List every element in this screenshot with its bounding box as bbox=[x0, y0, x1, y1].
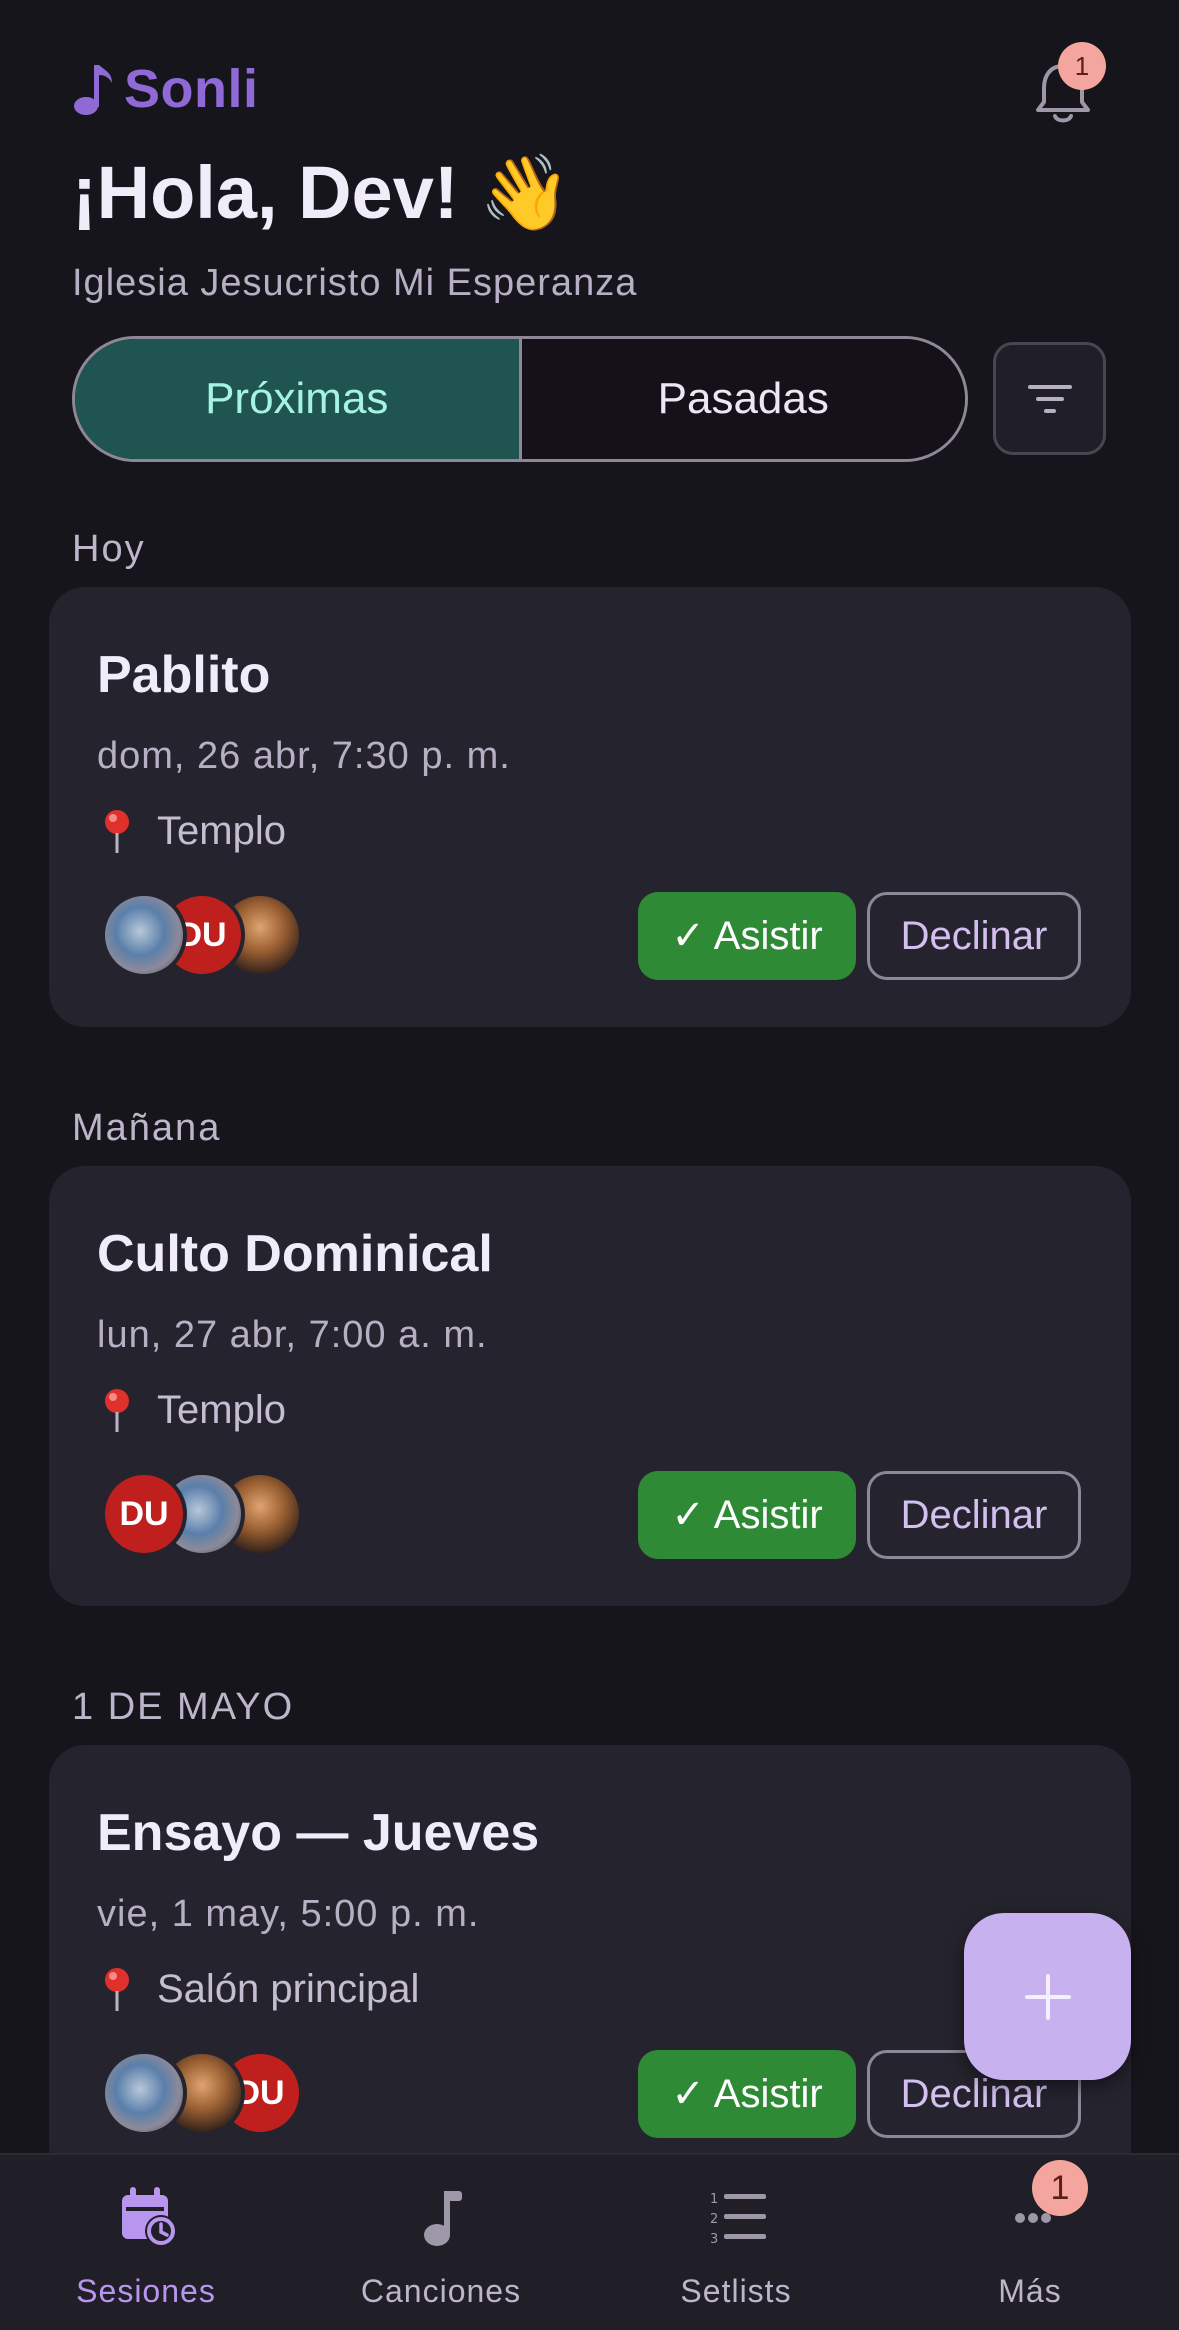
nav-label: Sesiones bbox=[76, 2273, 216, 2309]
session-location: Templo bbox=[97, 1386, 286, 1434]
nav-label: Canciones bbox=[360, 2273, 522, 2309]
section-label-today: Hoy bbox=[72, 528, 146, 570]
tab-upcoming[interactable]: Próximas bbox=[75, 339, 522, 459]
attendee-avatars: DU bbox=[101, 892, 321, 980]
filter-icon bbox=[1027, 384, 1072, 413]
session-location: Salón principal bbox=[97, 1965, 419, 2013]
calendar-clock-icon bbox=[122, 2187, 177, 2247]
nav-label: Setlists bbox=[680, 2273, 792, 2309]
session-title: Culto Dominical bbox=[97, 1225, 493, 1283]
location-label: Templo bbox=[157, 1387, 286, 1432]
filter-button[interactable] bbox=[993, 342, 1106, 455]
app-name: Sonli bbox=[124, 59, 259, 119]
attendee-avatars: DU bbox=[101, 1471, 321, 1559]
location-pin-icon bbox=[105, 810, 129, 853]
session-datetime: lun, 27 abr, 7:00 a. m. bbox=[97, 1314, 488, 1356]
add-session-button[interactable] bbox=[964, 1913, 1131, 2080]
nav-label: Más bbox=[998, 2273, 1062, 2309]
session-filter-tabs: Próximas Pasadas bbox=[72, 336, 968, 462]
decline-button[interactable]: Declinar bbox=[867, 1471, 1081, 1559]
section-label-may-1: 1 DE MAYO bbox=[72, 1686, 295, 1728]
session-title: Ensayo — Jueves bbox=[97, 1804, 540, 1862]
more-badge: 1 bbox=[1032, 2160, 1088, 2216]
session-location: Templo bbox=[97, 807, 286, 855]
location-pin-icon bbox=[105, 1968, 129, 2011]
greeting-title: ¡Hola, Dev! 👋 bbox=[72, 151, 572, 234]
svg-text:2: 2 bbox=[710, 2212, 718, 2227]
session-card[interactable]: Pablito dom, 26 abr, 7:30 p. m. Templo D… bbox=[49, 587, 1131, 1027]
nav-item-more[interactable]: Más bbox=[920, 2155, 1140, 2330]
svg-text:1: 1 bbox=[710, 2192, 718, 2207]
svg-text:3: 3 bbox=[710, 2232, 718, 2247]
session-card[interactable]: Culto Dominical lun, 27 abr, 7:00 a. m. … bbox=[49, 1166, 1131, 1606]
decline-button[interactable]: Declinar bbox=[867, 892, 1081, 980]
location-label: Salón principal bbox=[157, 1966, 420, 2011]
location-pin-icon bbox=[105, 1389, 129, 1432]
attend-button[interactable]: ✓ Asistir bbox=[638, 892, 856, 980]
app-brand: Sonli bbox=[72, 58, 259, 120]
numbered-list-icon: 1 2 3 bbox=[710, 2192, 766, 2247]
nav-item-songs[interactable]: Canciones bbox=[331, 2155, 551, 2330]
session-datetime: vie, 1 may, 5:00 p. m. bbox=[97, 1893, 480, 1935]
avatar: DU bbox=[101, 1471, 187, 1557]
avatar bbox=[101, 2050, 187, 2136]
attend-button[interactable]: ✓ Asistir bbox=[638, 1471, 856, 1559]
location-label: Templo bbox=[157, 808, 286, 853]
plus-icon bbox=[1024, 1973, 1071, 2020]
tab-past[interactable]: Pasadas bbox=[521, 339, 965, 459]
church-name: Iglesia Jesucristo Mi Esperanza bbox=[72, 262, 638, 304]
notification-badge: 1 bbox=[1058, 42, 1106, 90]
music-note-icon bbox=[424, 2191, 462, 2246]
session-datetime: dom, 26 abr, 7:30 p. m. bbox=[97, 735, 511, 777]
nav-item-sessions[interactable]: Sesiones bbox=[36, 2155, 256, 2330]
avatar bbox=[101, 892, 187, 978]
attend-button[interactable]: ✓ Asistir bbox=[638, 2050, 856, 2138]
nav-item-setlists[interactable]: 1 2 3 Setlists bbox=[626, 2155, 846, 2330]
session-title: Pablito bbox=[97, 646, 271, 704]
music-note-icon bbox=[74, 65, 112, 115]
bottom-navigation: Sesiones Canciones 1 2 3 Setlists Más bbox=[0, 2153, 1179, 2330]
attendee-avatars: DU bbox=[101, 2050, 321, 2138]
section-label-tomorrow: Mañana bbox=[72, 1107, 222, 1149]
